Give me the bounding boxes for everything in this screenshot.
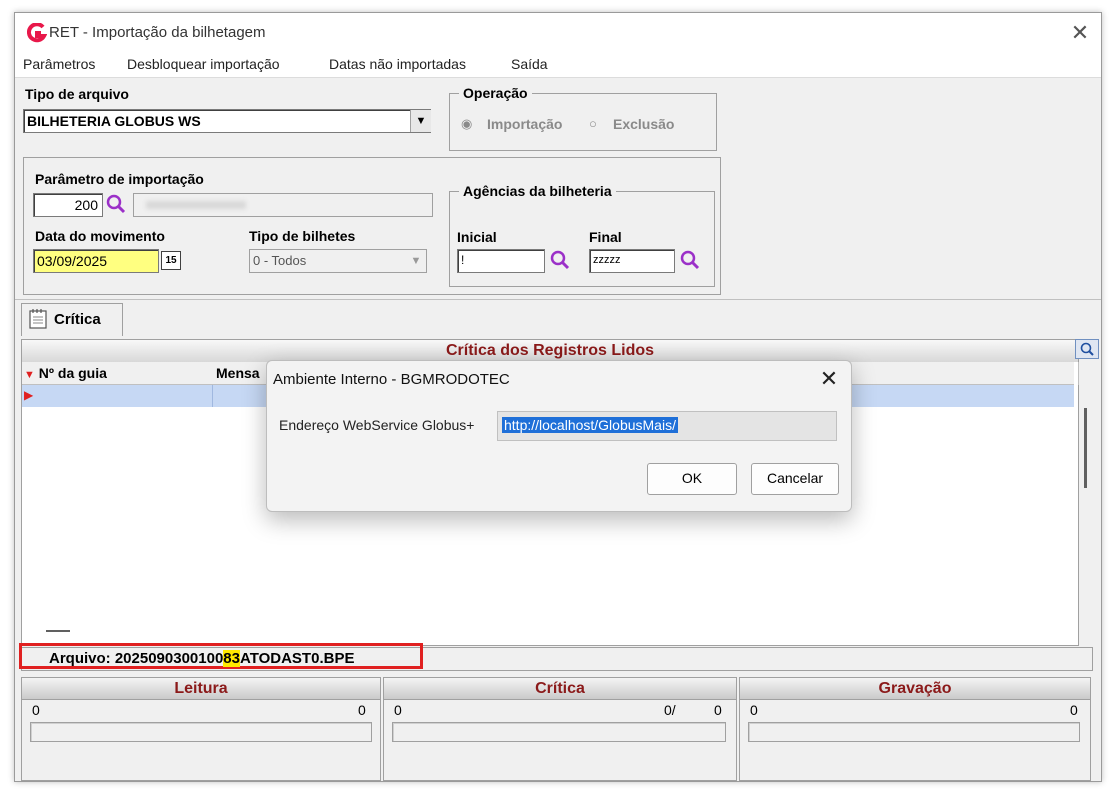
radio-exclusao-icon[interactable]: ○: [589, 116, 597, 131]
menu-item-datas-nao-importadas[interactable]: Datas não importadas: [329, 56, 466, 72]
separator: [15, 299, 1101, 300]
webservice-dialog: Ambiente Interno - BGMRODOTEC ✕ Endereço…: [266, 360, 852, 512]
row-pointer-icon: ▶: [24, 388, 34, 402]
app-logo-icon: [27, 23, 47, 43]
dialog-title: Ambiente Interno - BGMRODOTEC: [273, 371, 510, 388]
agencia-inicial-value: !: [461, 253, 465, 267]
grid-gutter: [1074, 362, 1078, 644]
radio-importacao-icon[interactable]: ◉: [461, 116, 472, 132]
calendar-icon[interactable]: 15: [161, 251, 181, 270]
gravacao-right-value: 0: [1070, 702, 1078, 718]
menu-item-parametros[interactable]: Parâmetros: [23, 56, 95, 72]
parametro-description-field: [133, 193, 433, 217]
data-movimento-value: 03/09/2025: [37, 253, 108, 269]
search-icon[interactable]: [549, 249, 571, 271]
arquivo-name-part1: 2025090300100: [114, 650, 224, 667]
leitura-left-value: 0: [32, 702, 40, 718]
zoom-grid-icon[interactable]: [1075, 339, 1099, 359]
arquivo-name-part2: ATODAST0.BPE: [239, 650, 355, 667]
gravacao-panel: 0 0: [739, 699, 1091, 781]
critica-mid-value: 0/: [664, 702, 676, 718]
tipo-arquivo-select[interactable]: BILHETERIA GLOBUS WS ▼: [23, 109, 431, 133]
gravacao-left-value: 0: [750, 702, 758, 718]
parametro-code-input[interactable]: 200: [33, 193, 103, 217]
data-movimento-label: Data do movimento: [35, 228, 165, 244]
ok-button[interactable]: OK: [647, 463, 737, 495]
arquivo-text: Arquivo: 202509030010083ATODAST0.BPE: [49, 650, 354, 667]
grid-title: Crítica dos Registros Lidos: [22, 340, 1078, 362]
arquivo-name-highlight: 83: [223, 650, 240, 667]
tipo-bilhetes-value: 0 - Todos: [253, 253, 307, 268]
close-window-button[interactable]: ✕: [1067, 19, 1093, 47]
webservice-label: Endereço WebService Globus+: [279, 417, 475, 433]
leitura-progress-bar: [30, 722, 372, 742]
tipo-bilhetes-select[interactable]: 0 - Todos ▼: [249, 249, 427, 273]
menu-bar: Parâmetros Desbloquear importação Datas …: [15, 53, 1101, 78]
gravacao-progress-bar: [748, 722, 1080, 742]
agencia-final-label: Final: [589, 229, 622, 245]
arquivo-label: Arquivo:: [49, 650, 111, 667]
vertical-scrollbar[interactable]: [1084, 408, 1087, 488]
chevron-down-icon[interactable]: ▼: [406, 250, 426, 272]
tipo-bilhetes-label: Tipo de bilhetes: [249, 228, 356, 244]
column-header-guia[interactable]: ▼ Nº da guia: [22, 362, 213, 385]
column-header-mensagem-label: Mensa: [216, 365, 260, 381]
row-divider: [212, 385, 213, 407]
critica-panel: 0 0/ 0: [383, 699, 737, 781]
window-title: RET - Importação da bilhetagem: [49, 24, 266, 41]
leitura-header: Leitura: [21, 677, 381, 701]
agencia-final-input[interactable]: zzzzz: [589, 249, 675, 273]
sort-down-icon: ▼: [24, 369, 35, 381]
tab-critica-label: Crítica: [54, 311, 101, 328]
tipo-arquivo-label: Tipo de arquivo: [25, 86, 129, 102]
critica-left-value: 0: [394, 702, 402, 718]
notepad-icon: [29, 309, 47, 329]
parametro-code-value: 200: [74, 197, 98, 213]
critica-header: Crítica: [383, 677, 737, 701]
operacao-title: Operação: [459, 85, 532, 101]
search-icon[interactable]: [105, 193, 127, 215]
tab-critica[interactable]: Crítica: [21, 303, 123, 336]
column-header-guia-label: Nº da guia: [38, 365, 107, 381]
parametro-label: Parâmetro de importação: [35, 171, 204, 187]
agencias-title: Agências da bilheteria: [459, 183, 616, 199]
agencia-final-value: zzzzz: [593, 254, 621, 266]
menu-item-desbloquear-importacao[interactable]: Desbloquear importação: [127, 56, 280, 72]
radio-importacao-label[interactable]: Importação: [487, 116, 562, 132]
tipo-arquivo-value: BILHETERIA GLOBUS WS: [27, 113, 201, 129]
title-bar: RET - Importação da bilhetagem ✕: [15, 13, 1101, 53]
agencia-inicial-label: Inicial: [457, 229, 497, 245]
webservice-url-input[interactable]: http://localhost/GlobusMais/: [497, 411, 837, 441]
agencia-inicial-input[interactable]: !: [457, 249, 545, 273]
critica-right-value: 0: [714, 702, 722, 718]
gravacao-header: Gravação: [739, 677, 1091, 701]
magnifier-icon: [1080, 342, 1094, 356]
data-movimento-input[interactable]: 03/09/2025: [33, 249, 159, 273]
blurred-text: [146, 201, 246, 209]
chevron-down-icon[interactable]: ▼: [410, 110, 431, 132]
leitura-right-value: 0: [358, 702, 366, 718]
leitura-panel: 0 0: [21, 699, 381, 781]
menu-item-saida[interactable]: Saída: [511, 56, 548, 72]
horizontal-scrollbar[interactable]: [46, 630, 70, 632]
dialog-close-button[interactable]: ✕: [815, 365, 843, 393]
radio-exclusao-label[interactable]: Exclusão: [613, 116, 674, 132]
search-icon[interactable]: [679, 249, 701, 271]
cancel-button[interactable]: Cancelar: [751, 463, 839, 495]
webservice-url-value: http://localhost/GlobusMais/: [502, 417, 678, 433]
critica-progress-bar: [392, 722, 726, 742]
